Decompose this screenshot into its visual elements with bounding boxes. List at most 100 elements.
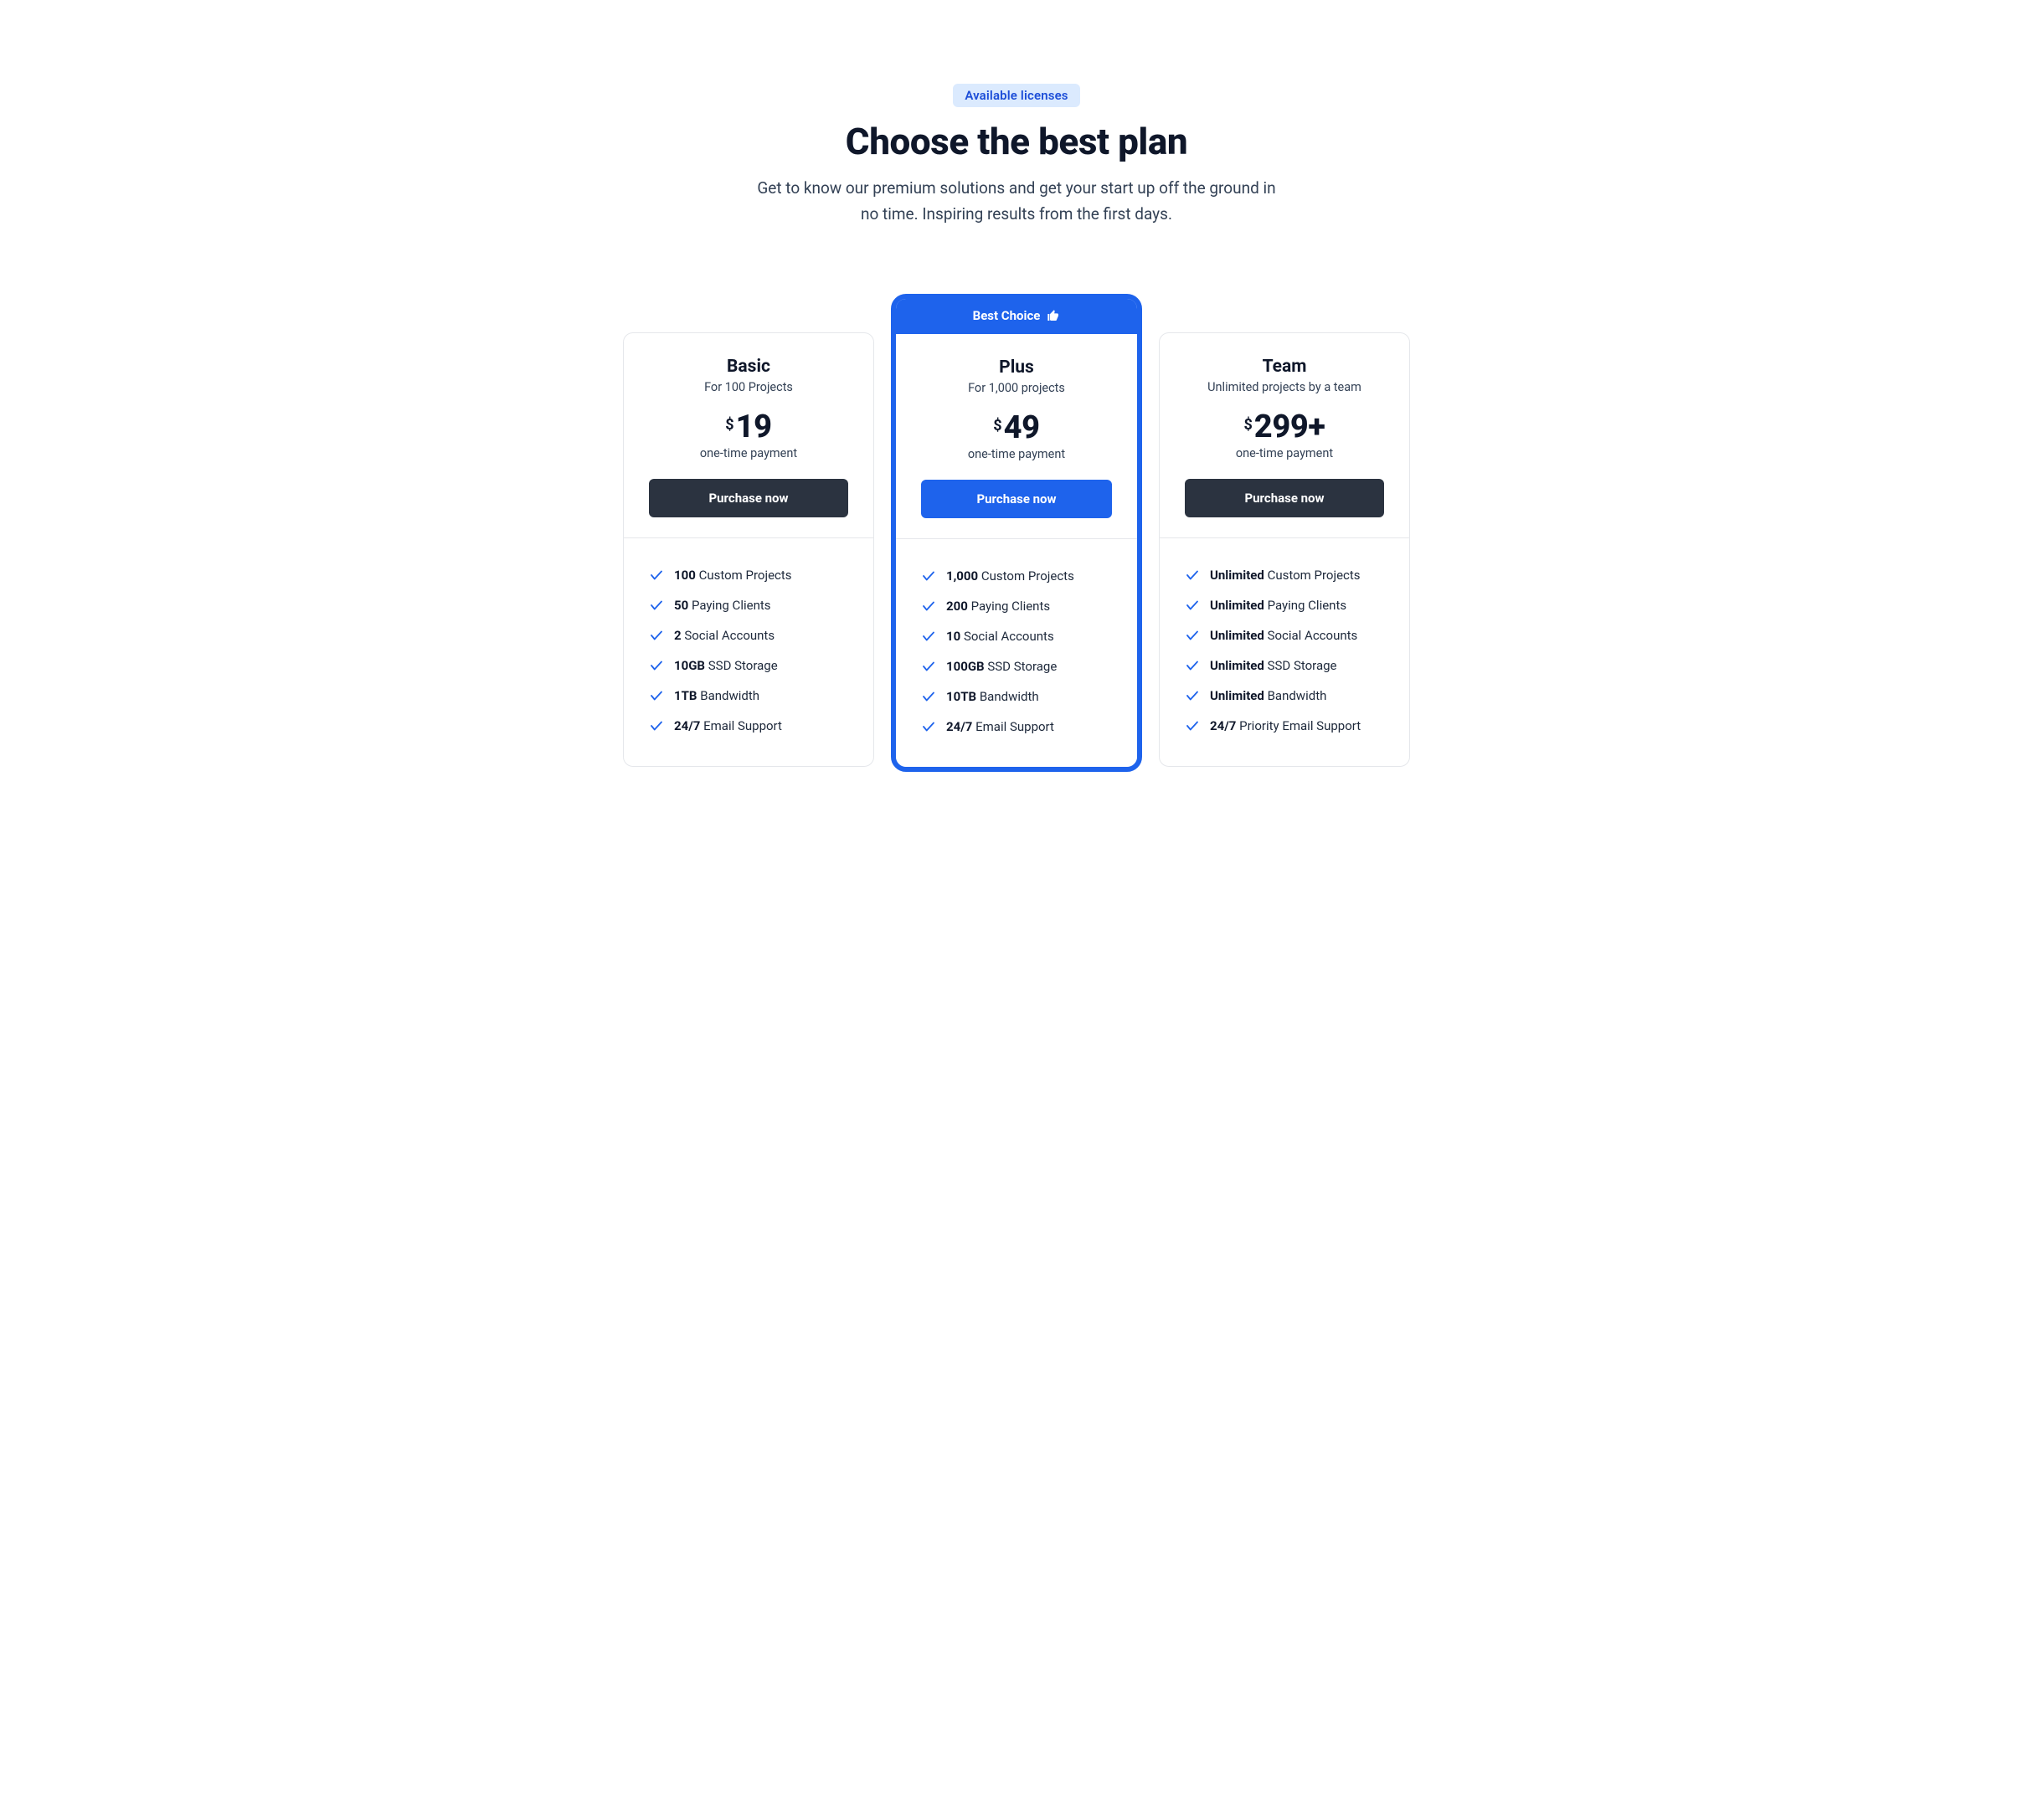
purchase-button-team[interactable]: Purchase now — [1185, 479, 1384, 517]
feature-text: 2 Social Accounts — [674, 628, 775, 643]
feature-item: 10 Social Accounts — [921, 621, 1112, 651]
plan-price: $19 — [649, 411, 848, 443]
best-choice-ribbon: Best Choice — [896, 299, 1137, 334]
check-icon — [921, 568, 936, 584]
check-icon — [921, 689, 936, 704]
feature-rest: Paying Clients — [971, 599, 1051, 614]
plan-card-basic: BasicFor 100 Projects$19one-time payment… — [623, 332, 874, 767]
feature-text: 100GB SSD Storage — [946, 659, 1057, 674]
check-icon — [921, 719, 936, 734]
feature-rest: Bandwidth — [980, 689, 1039, 704]
check-icon — [1185, 568, 1200, 583]
plan-name: Team — [1185, 357, 1384, 377]
price-value: 299+ — [1254, 411, 1325, 443]
feature-rest: Email Support — [975, 719, 1054, 734]
feature-bold: 10TB — [946, 689, 976, 704]
price-note: one-time payment — [921, 447, 1112, 461]
feature-bold: 100GB — [946, 659, 985, 674]
feature-bold: 1,000 — [946, 568, 978, 584]
feature-bold: 24/7 — [946, 719, 972, 734]
feature-rest: Priority Email Support — [1239, 718, 1361, 733]
check-icon — [1185, 688, 1200, 703]
plan-name: Plus — [921, 357, 1112, 378]
check-icon — [649, 568, 664, 583]
feature-text: 10GB SSD Storage — [674, 658, 778, 673]
thumbs-up-icon — [1047, 309, 1060, 322]
feature-item: 1,000 Custom Projects — [921, 561, 1112, 591]
feature-bold: Unlimited — [1210, 598, 1264, 613]
check-icon — [1185, 658, 1200, 673]
feature-text: 100 Custom Projects — [674, 568, 792, 583]
feature-item: 1TB Bandwidth — [649, 681, 848, 711]
feature-text: Unlimited Paying Clients — [1210, 598, 1346, 613]
plans-row: BasicFor 100 Projects$19one-time payment… — [542, 294, 1491, 772]
feature-item: 10TB Bandwidth — [921, 681, 1112, 712]
plan-head: PlusFor 1,000 projects$49one-time paymen… — [896, 334, 1137, 538]
plan-price: $299+ — [1185, 411, 1384, 443]
feature-item: 24/7 Email Support — [649, 711, 848, 741]
page-lead: Get to know our premium solutions and ge… — [749, 175, 1284, 228]
feature-text: 24/7 Priority Email Support — [1210, 718, 1361, 733]
page-header: Available licenses Choose the best plan … — [715, 84, 1318, 227]
feature-text: Unlimited Social Accounts — [1210, 628, 1357, 643]
feature-rest: Bandwidth — [1268, 688, 1327, 703]
feature-text: 1TB Bandwidth — [674, 688, 759, 703]
feature-bold: Unlimited — [1210, 568, 1264, 583]
currency-symbol: $ — [725, 411, 733, 434]
feature-item: 100GB SSD Storage — [921, 651, 1112, 681]
purchase-button-plus[interactable]: Purchase now — [921, 480, 1112, 518]
feature-rest: Social Accounts — [684, 628, 775, 643]
feature-item: 24/7 Priority Email Support — [1185, 711, 1384, 741]
plan-features: 1,000 Custom Projects 200 Paying Clients 1… — [896, 538, 1137, 767]
feature-text: Unlimited SSD Storage — [1210, 658, 1337, 673]
feature-rest: Paying Clients — [692, 598, 771, 613]
feature-bold: 24/7 — [674, 718, 700, 733]
plan-inner: PlusFor 1,000 projects$49one-time paymen… — [896, 334, 1137, 767]
price-note: one-time payment — [649, 446, 848, 460]
feature-item: Unlimited Bandwidth — [1185, 681, 1384, 711]
plan-features: 100 Custom Projects 50 Paying Clients 2 So… — [624, 537, 873, 766]
best-choice-label: Best Choice — [973, 310, 1041, 322]
feature-bold: 100 — [674, 568, 696, 583]
feature-item: 50 Paying Clients — [649, 590, 848, 620]
header-badge: Available licenses — [953, 84, 1079, 107]
check-icon — [649, 598, 664, 613]
feature-item: Unlimited SSD Storage — [1185, 650, 1384, 681]
feature-rest: Custom Projects — [1268, 568, 1361, 583]
feature-bold: 2 — [674, 628, 682, 643]
feature-rest: Social Accounts — [964, 629, 1054, 644]
check-icon — [649, 718, 664, 733]
currency-symbol: $ — [993, 412, 1001, 434]
currency-symbol: $ — [1243, 411, 1252, 434]
check-icon — [1185, 598, 1200, 613]
feature-text: 10 Social Accounts — [946, 629, 1054, 644]
plan-head: BasicFor 100 Projects$19one-time payment… — [624, 333, 873, 537]
feature-text: 1,000 Custom Projects — [946, 568, 1074, 584]
feature-item: 24/7 Email Support — [921, 712, 1112, 742]
feature-bold: 24/7 — [1210, 718, 1236, 733]
feature-item: 10GB SSD Storage — [649, 650, 848, 681]
feature-bold: Unlimited — [1210, 688, 1264, 703]
feature-item: Unlimited Paying Clients — [1185, 590, 1384, 620]
feature-rest: SSD Storage — [708, 658, 778, 673]
feature-text: 200 Paying Clients — [946, 599, 1050, 614]
price-value: 19 — [736, 411, 772, 443]
plan-card-team: TeamUnlimited projects by a team$299+one… — [1159, 332, 1410, 767]
feature-bold: 200 — [946, 599, 968, 614]
plan-features: Unlimited Custom Projects Unlimited Payin… — [1160, 537, 1409, 766]
feature-item: 200 Paying Clients — [921, 591, 1112, 621]
feature-rest: Bandwidth — [700, 688, 759, 703]
purchase-button-basic[interactable]: Purchase now — [649, 479, 848, 517]
feature-item: 2 Social Accounts — [649, 620, 848, 650]
check-icon — [1185, 718, 1200, 733]
feature-rest: Custom Projects — [981, 568, 1074, 584]
price-value: 49 — [1004, 412, 1040, 444]
feature-item: Unlimited Social Accounts — [1185, 620, 1384, 650]
check-icon — [1185, 628, 1200, 643]
feature-rest: Social Accounts — [1268, 628, 1358, 643]
feature-item: 100 Custom Projects — [649, 560, 848, 590]
feature-text: Unlimited Custom Projects — [1210, 568, 1361, 583]
feature-bold: 50 — [674, 598, 688, 613]
pricing-page: Available licenses Choose the best plan … — [508, 0, 1525, 872]
feature-rest: SSD Storage — [1268, 658, 1337, 673]
